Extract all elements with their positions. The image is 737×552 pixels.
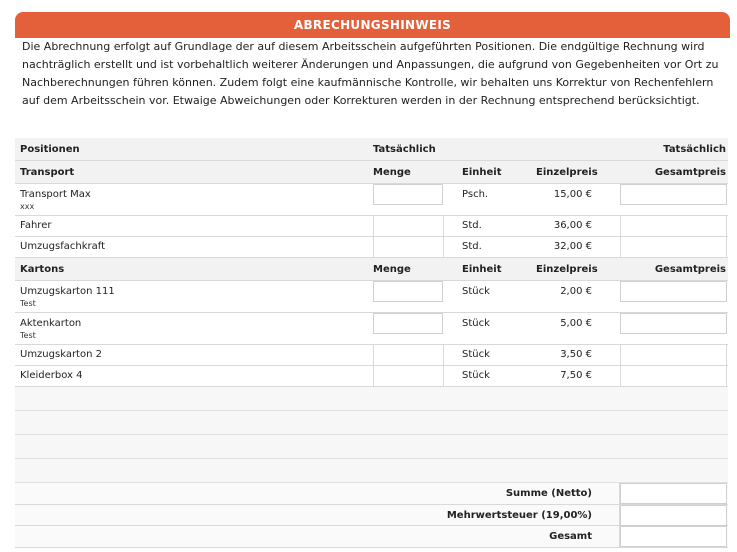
empty-row <box>15 459 728 483</box>
group-title: Kartons <box>20 264 65 275</box>
total-price-input[interactable] <box>620 313 727 334</box>
column-total-price: Gesamtpreis <box>654 264 726 275</box>
positions-table: Positionen Tatsächlich Tatsächlich Trans… <box>15 138 728 548</box>
item-name: Fahrer <box>20 220 52 231</box>
item-unit: Stück <box>462 349 490 360</box>
item-unit: Stück <box>462 318 490 329</box>
item-name: Transport Max <box>20 189 91 200</box>
column-divider <box>726 345 727 365</box>
item-unit: Std. <box>462 220 482 231</box>
item-note: xxx <box>20 202 35 211</box>
column-unit: Einheit <box>462 167 502 178</box>
item-unit-price: 36,00 € <box>553 220 592 231</box>
column-divider <box>726 366 727 386</box>
column-divider <box>620 366 621 386</box>
table-row: Umzugsfachkraft Std. 32,00 € <box>15 237 728 258</box>
item-name: Umzugskarton 111 <box>20 286 115 297</box>
column-divider <box>443 237 444 257</box>
column-quantity: Menge <box>373 167 411 178</box>
total-price-input[interactable] <box>620 281 727 302</box>
table-row: Fahrer Std. 36,00 € <box>15 216 728 237</box>
item-unit: Stück <box>462 370 490 381</box>
item-note: Test <box>20 331 36 340</box>
column-divider <box>373 216 374 236</box>
total-price-input[interactable] <box>620 184 727 205</box>
positions-heading: Positionen <box>20 144 80 155</box>
item-unit-price: 7,50 € <box>560 370 592 381</box>
column-divider <box>443 366 444 386</box>
vat-label: Mehrwertsteuer (19,00%) <box>446 509 592 521</box>
actual-heading-total: Tatsächlich <box>663 144 726 155</box>
table-top-header: Positionen Tatsächlich Tatsächlich <box>15 138 728 161</box>
item-unit-price: 2,00 € <box>560 286 592 297</box>
table-row: Umzugskarton 2 Stück 3,50 € <box>15 345 728 366</box>
net-sum-field[interactable] <box>620 483 727 504</box>
column-quantity: Menge <box>373 264 411 275</box>
net-sum-label: Summe (Netto) <box>505 488 592 499</box>
item-note: Test <box>20 299 36 308</box>
summary-total-row: Gesamt <box>15 526 728 548</box>
column-unit: Einheit <box>462 264 502 275</box>
table-row: Kleiderbox 4 Stück 7,50 € <box>15 366 728 387</box>
empty-row <box>15 435 728 459</box>
actual-heading-quantity: Tatsächlich <box>373 144 436 155</box>
item-unit-price: 15,00 € <box>553 189 592 200</box>
vat-field[interactable] <box>620 504 727 526</box>
empty-row <box>15 411 728 435</box>
summary-net-row: Summe (Netto) <box>15 483 728 505</box>
item-name: Umzugskarton 2 <box>20 349 102 360</box>
summary-vat-row: Mehrwertsteuer (19,00%) <box>15 504 728 526</box>
grand-total-field[interactable] <box>620 526 727 547</box>
quantity-input[interactable] <box>373 281 443 302</box>
quantity-input[interactable] <box>373 184 443 205</box>
column-divider <box>620 237 621 257</box>
transport-group-header: Transport Menge Einheit Einzelpreis Gesa… <box>15 161 728 184</box>
item-unit-price: 5,00 € <box>560 318 592 329</box>
column-unit-price: Einzelpreis <box>536 167 598 178</box>
column-divider <box>726 216 727 236</box>
section-title: ABRECHUNGSHINWEIS <box>15 12 730 38</box>
quantity-input[interactable] <box>373 313 443 334</box>
item-name: Umzugsfachkraft <box>20 241 105 252</box>
column-divider <box>726 237 727 257</box>
table-row: Aktenkarton Test Stück 5,00 € <box>15 313 728 345</box>
column-divider <box>620 345 621 365</box>
item-unit: Stück <box>462 286 490 297</box>
billing-notice-text: Die Abrechnung erfolgt auf Grundlage der… <box>22 40 719 107</box>
item-unit-price: 3,50 € <box>560 349 592 360</box>
column-divider <box>373 237 374 257</box>
column-divider <box>373 345 374 365</box>
column-divider <box>443 345 444 365</box>
kartons-group-header: Kartons Menge Einheit Einzelpreis Gesamt… <box>15 258 728 281</box>
grand-total-label: Gesamt <box>549 531 592 542</box>
item-unit: Psch. <box>462 189 489 200</box>
table-row: Transport Max xxx Psch. 15,00 € <box>15 184 728 216</box>
column-divider <box>620 216 621 236</box>
item-unit: Std. <box>462 241 482 252</box>
column-total-price: Gesamtpreis <box>654 167 726 178</box>
column-divider <box>443 216 444 236</box>
table-row: Umzugskarton 111 Test Stück 2,00 € <box>15 281 728 313</box>
column-divider <box>373 366 374 386</box>
item-name: Aktenkarton <box>20 318 82 329</box>
column-unit-price: Einzelpreis <box>536 264 598 275</box>
item-unit-price: 32,00 € <box>553 241 592 252</box>
empty-row <box>15 387 728 411</box>
item-name: Kleiderbox 4 <box>20 370 83 381</box>
group-title: Transport <box>20 167 75 178</box>
